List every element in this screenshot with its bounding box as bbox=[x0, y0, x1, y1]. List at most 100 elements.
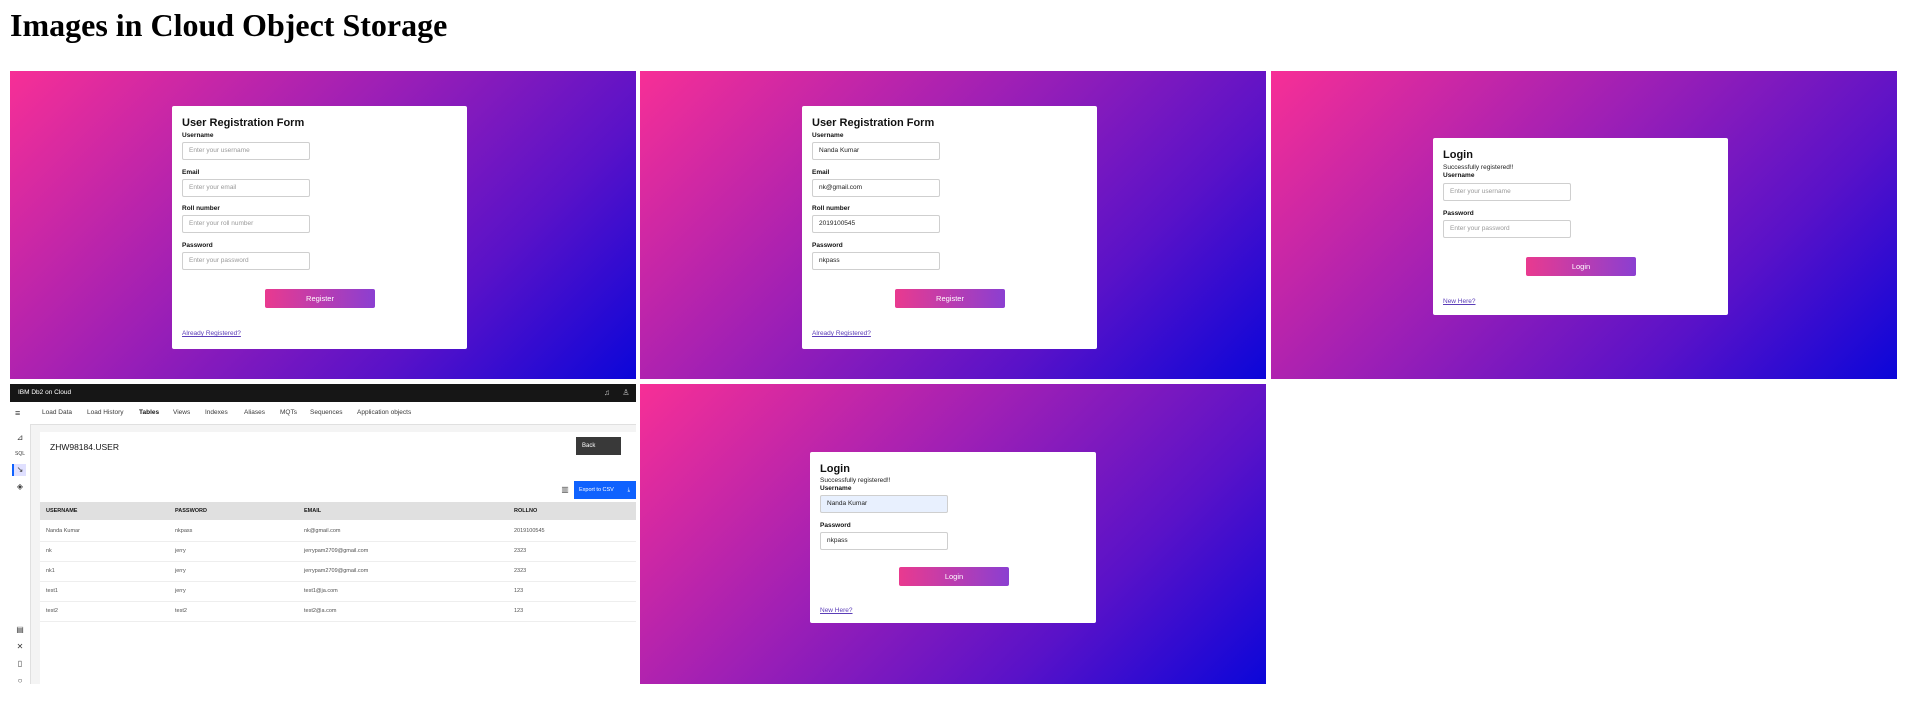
column-header[interactable]: USERNAME bbox=[46, 502, 77, 520]
table-cell: 123 bbox=[514, 608, 524, 614]
nav-tables[interactable]: Tables bbox=[139, 402, 159, 424]
table-cell: nkpass bbox=[175, 528, 193, 534]
roll-number-label: Roll number bbox=[812, 205, 850, 212]
new-here-link[interactable]: New Here? bbox=[820, 607, 853, 614]
username-label: Username bbox=[812, 132, 844, 139]
help-icon[interactable]: ○ bbox=[14, 675, 26, 684]
table-header: USERNAME PASSWORD EMAIL ROLLNO bbox=[40, 502, 636, 520]
table-cell: 123 bbox=[514, 588, 524, 594]
download-icon: ⤓ bbox=[627, 487, 630, 493]
tag-icon[interactable]: ◈ bbox=[14, 481, 26, 493]
table-row: nk1 jerry jerrypam2709@gmail.com 2323 bbox=[40, 561, 636, 582]
db2-top-bar: IBM Db2 on Cloud ♫ ♙ bbox=[10, 384, 636, 402]
table-cell: jerry bbox=[175, 588, 186, 594]
export-csv-label: Export to CSV bbox=[579, 487, 614, 493]
nav-application-objects[interactable]: Application objects bbox=[357, 402, 411, 424]
nav-load-history[interactable]: Load History bbox=[87, 402, 124, 424]
nav-indexes[interactable]: Indexes bbox=[205, 402, 228, 424]
table-name: ZHW98184.USER bbox=[50, 442, 119, 452]
password-input[interactable]: Enter your password bbox=[1443, 220, 1571, 238]
document-icon[interactable]: ▯ bbox=[14, 658, 26, 670]
username-input[interactable]: Enter your username bbox=[182, 142, 310, 160]
table-cell: jerrypam2709@gmail.com bbox=[304, 548, 369, 554]
table-icon[interactable]: ▤ bbox=[14, 624, 26, 636]
login-card: Login Successfully registered!! Username… bbox=[810, 452, 1096, 623]
login-button[interactable]: Login bbox=[899, 567, 1009, 586]
screenshot-login-filled: Login Successfully registered!! Username… bbox=[640, 384, 1266, 684]
email-input[interactable]: nk@gmail.com bbox=[812, 179, 940, 197]
back-button[interactable]: Back bbox=[576, 437, 621, 455]
table-cell: test2 bbox=[175, 608, 187, 614]
table-row: test2 test2 test2@a.com 123 bbox=[40, 601, 636, 622]
new-here-link[interactable]: New Here? bbox=[1443, 298, 1476, 305]
password-input[interactable]: Enter your password bbox=[182, 252, 310, 270]
column-header[interactable]: ROLLNO bbox=[514, 502, 537, 520]
screenshot-register-empty: User Registration Form Username Enter yo… bbox=[10, 71, 636, 379]
user-icon[interactable]: ♙ bbox=[621, 388, 631, 398]
table-cell: nk1 bbox=[46, 568, 55, 574]
nav-aliases[interactable]: Aliases bbox=[244, 402, 265, 424]
already-registered-link[interactable]: Already Registered? bbox=[812, 330, 871, 337]
bell-icon[interactable]: ♫ bbox=[602, 388, 612, 398]
username-input[interactable]: Nanda Kumar bbox=[820, 495, 948, 513]
column-header[interactable]: EMAIL bbox=[304, 502, 321, 520]
export-csv-button[interactable]: Export to CSV ⤓ bbox=[574, 481, 636, 499]
explore-icon[interactable]: ↘ bbox=[12, 464, 26, 476]
roll-number-input[interactable]: Enter your roll number bbox=[182, 215, 310, 233]
table-cell: nk@gmail.com bbox=[304, 528, 341, 534]
menu-icon[interactable]: ≡ bbox=[15, 402, 20, 424]
username-label: Username bbox=[820, 485, 852, 492]
nav-mqts[interactable]: MQTs bbox=[280, 402, 297, 424]
registration-card: User Registration Form Username Nanda Ku… bbox=[802, 106, 1097, 349]
status-message: Successfully registered!! bbox=[820, 477, 891, 484]
screenshot-db2-console: IBM Db2 on Cloud ♫ ♙ ≡ Load Data Load Hi… bbox=[10, 384, 636, 684]
password-input[interactable]: nkpass bbox=[812, 252, 940, 270]
table-detail-panel: ZHW98184.USER Back ▥ Export to CSV ⤓ USE… bbox=[40, 432, 636, 684]
table-row: Nanda Kumar nkpass nk@gmail.com 20191005… bbox=[40, 521, 636, 542]
table-cell: jerry bbox=[175, 548, 186, 554]
registration-card: User Registration Form Username Enter yo… bbox=[172, 106, 467, 349]
password-input[interactable]: nkpass bbox=[820, 532, 948, 550]
roll-number-input[interactable]: 2019100545 bbox=[812, 215, 940, 233]
email-label: Email bbox=[182, 169, 200, 176]
already-registered-link[interactable]: Already Registered? bbox=[182, 330, 241, 337]
table-cell: jerry bbox=[175, 568, 186, 574]
table-cell: jerrypam2709@gmail.com bbox=[304, 568, 369, 574]
column-header[interactable]: PASSWORD bbox=[175, 502, 207, 520]
roll-number-label: Roll number bbox=[182, 205, 220, 212]
password-label: Password bbox=[812, 242, 843, 249]
tools-icon[interactable]: ✕ bbox=[14, 641, 26, 653]
password-label: Password bbox=[182, 242, 213, 249]
table-row: nk jerry jerrypam2709@gmail.com 2323 bbox=[40, 541, 636, 562]
screenshot-register-filled: User Registration Form Username Nanda Ku… bbox=[640, 71, 1266, 379]
table-row: test1 jerry test1@ja.com 123 bbox=[40, 581, 636, 602]
table-cell: test2@a.com bbox=[304, 608, 337, 614]
table-cell: 2323 bbox=[514, 568, 527, 574]
username-label: Username bbox=[182, 132, 214, 139]
db2-nav-bar: ≡ Load Data Load History Tables Views In… bbox=[10, 402, 636, 425]
register-button[interactable]: Register bbox=[265, 289, 375, 308]
login-title: Login bbox=[1443, 149, 1473, 161]
password-label: Password bbox=[1443, 210, 1474, 217]
register-button[interactable]: Register bbox=[895, 289, 1005, 308]
password-label: Password bbox=[820, 522, 851, 529]
status-message: Successfully registered!! bbox=[1443, 164, 1514, 171]
table-cell: test1@ja.com bbox=[304, 588, 338, 594]
nav-sequences[interactable]: Sequences bbox=[310, 402, 343, 424]
nav-views[interactable]: Views bbox=[173, 402, 190, 424]
table-cell: 2019100545 bbox=[514, 528, 545, 534]
login-button[interactable]: Login bbox=[1526, 257, 1636, 276]
trash-icon[interactable]: ▥ bbox=[560, 483, 570, 497]
username-input[interactable]: Enter your username bbox=[1443, 183, 1571, 201]
login-card: Login Successfully registered!! Username… bbox=[1433, 138, 1728, 315]
nav-load-data[interactable]: Load Data bbox=[42, 402, 72, 424]
table-cell: Nanda Kumar bbox=[46, 528, 80, 534]
table-cell: test1 bbox=[46, 588, 58, 594]
table-cell: nk bbox=[46, 548, 52, 554]
email-input[interactable]: Enter your email bbox=[182, 179, 310, 197]
email-label: Email bbox=[812, 169, 830, 176]
chart-icon[interactable]: ⊿ bbox=[14, 432, 26, 444]
sql-icon[interactable]: SQL bbox=[14, 448, 26, 460]
form-title: User Registration Form bbox=[182, 117, 305, 129]
username-input[interactable]: Nanda Kumar bbox=[812, 142, 940, 160]
